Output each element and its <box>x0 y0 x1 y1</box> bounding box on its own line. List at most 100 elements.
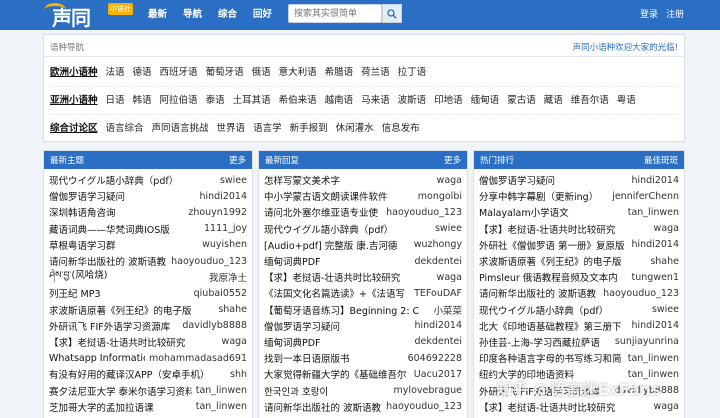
user-link[interactable]: hindi2014 <box>631 320 679 331</box>
user-link[interactable]: mylovebrague <box>394 385 462 396</box>
topic-link[interactable]: 求波斯语原著《列王纪》的电子版 <box>479 254 646 268</box>
topic-link[interactable]: [Audio+pdf] 完整版 康.吉河德 <box>264 238 410 252</box>
topic-link[interactable]: 外研讯飞 FIF外语学习资源库 <box>49 319 178 333</box>
topic-link[interactable]: 深圳韩语角咨询 <box>49 205 184 219</box>
lang-item[interactable]: 印地语 <box>434 92 463 106</box>
user-link[interactable]: waga <box>437 272 462 283</box>
topic-link[interactable]: 分享中韩字幕剧（更新ing） <box>479 189 608 203</box>
topic-link[interactable]: 中小学蒙古语文朗读课件软件 <box>264 189 414 203</box>
user-link[interactable]: mohammadasad691 <box>149 353 247 364</box>
user-link[interactable]: waga <box>437 175 462 186</box>
lang-item[interactable]: 马来语 <box>361 92 390 106</box>
user-link[interactable]: swiee <box>652 304 679 315</box>
topic-link[interactable]: 僧伽罗语学习疑问 <box>49 189 195 203</box>
user-link[interactable]: tungwen1 <box>632 272 679 283</box>
lang-item[interactable]: 维吾尔语 <box>571 92 609 106</box>
user-link[interactable]: shh <box>230 369 247 380</box>
topic-link[interactable]: 请问新华出版社的 波斯语教 <box>49 254 167 268</box>
topic-link[interactable]: 僧伽罗语学习疑问 <box>479 173 627 187</box>
lang-item[interactable]: 泰语 <box>206 92 225 106</box>
user-link[interactable]: waga <box>654 223 679 234</box>
user-link[interactable]: haoyouduo_123 <box>386 207 462 218</box>
topic-link[interactable]: 求波斯语原著《列王纪》的电子版 <box>49 303 214 317</box>
topic-link[interactable]: 缅甸词典PDF <box>264 335 411 349</box>
topic-link[interactable]: 【葡萄牙语音练习】Beginning 2: C <box>264 303 429 317</box>
topic-link[interactable]: 한국인과 호랑이 <box>264 384 390 398</box>
lang-item[interactable]: 法语 <box>106 64 125 78</box>
lang-item[interactable]: 休闲灌水 <box>336 120 374 134</box>
user-link[interactable]: dekdentei <box>415 336 462 347</box>
topic-link[interactable]: 请问北外塞尔维亚语专业使 <box>264 205 382 219</box>
lang-item[interactable]: 语言综合 <box>106 120 144 134</box>
topic-link[interactable]: ཤེས་བྱ་(风哈烧) <box>49 269 205 285</box>
topic-link[interactable]: 现代ウイグル語小辞典（pdf） <box>479 303 648 317</box>
user-link[interactable]: haoyouduo_123 <box>603 288 679 299</box>
topic-link[interactable]: 现代ウイグル語小辞典（pdf） <box>264 222 431 236</box>
user-link[interactable]: davidlyb8888 <box>182 320 247 331</box>
lang-item[interactable]: 越南语 <box>325 92 354 106</box>
more-link[interactable]: 更多 <box>444 154 461 166</box>
user-link[interactable]: 604692228 <box>408 353 462 364</box>
user-link[interactable]: haoyouduo_123 <box>171 256 247 267</box>
user-link[interactable]: dekdentei <box>415 256 462 267</box>
lang-item[interactable]: 阿拉伯语 <box>160 92 198 106</box>
user-link[interactable]: haoyouduo_123 <box>386 401 462 412</box>
lang-item[interactable]: 语言学 <box>253 120 282 134</box>
topic-link[interactable]: 【求】老挝语-壮语共时比较研究 <box>264 270 433 284</box>
lang-item[interactable]: 日语 <box>106 92 125 106</box>
user-link[interactable]: TEFouDAF <box>414 288 462 299</box>
lang-item[interactable]: 德语 <box>133 64 152 78</box>
topic-link[interactable]: 印度各种语言字母的书写练习和简 <box>479 351 624 365</box>
topic-link[interactable]: 【求】老挝语-壮语共时比较研究 <box>479 400 650 414</box>
login-link[interactable]: 登录 <box>640 0 658 30</box>
search-input[interactable] <box>288 4 382 23</box>
user-link[interactable]: tan_linwen <box>196 385 247 396</box>
topic-link[interactable]: Whatsapp Informatio <box>49 353 145 364</box>
user-link[interactable]: hindi2014 <box>199 191 247 202</box>
more-link[interactable]: 更多 <box>229 154 246 166</box>
topic-link[interactable]: 列王纪 MP3 <box>49 286 190 300</box>
lang-item[interactable]: 新手报到 <box>290 120 328 134</box>
topic-link[interactable]: 《法国文化名篇选读》+《法语写 <box>264 286 410 300</box>
lang-item[interactable]: 葡萄牙语 <box>206 64 244 78</box>
user-link[interactable]: Uacu2017 <box>414 369 462 380</box>
lang-item[interactable]: 荷兰语 <box>361 64 390 78</box>
site-logo[interactable]: 声同 中语社 <box>44 1 136 30</box>
topic-link[interactable]: 赛夕法尼亚大学 泰米尔语学习资料 <box>49 384 192 398</box>
topic-link[interactable]: 草根粤语学习群 <box>49 238 198 252</box>
nav-item-guide[interactable]: 导航 <box>183 0 202 30</box>
topic-link[interactable]: 大家觉得新疆大学的《基础维吾尔 <box>264 367 410 381</box>
topic-link[interactable]: 外研社《僧伽罗语 第一册》复原版 <box>479 238 627 252</box>
topic-link[interactable]: 北大《印地语基础教程》第三册下 <box>479 319 627 333</box>
user-link[interactable]: shahe <box>218 304 247 315</box>
user-link[interactable]: tan_linwen <box>196 401 247 412</box>
user-link[interactable]: waga <box>654 401 679 412</box>
search-button[interactable] <box>382 4 402 23</box>
lang-item[interactable]: 希伯来语 <box>279 92 317 106</box>
lang-item[interactable]: 蒙古语 <box>507 92 536 106</box>
user-link[interactable]: wuzhongy <box>414 239 462 250</box>
user-link[interactable]: tan_linwen <box>628 353 679 364</box>
topic-link[interactable]: 【求】老挝语-壮语共时比较研究 <box>479 222 650 236</box>
nav-item-general[interactable]: 综合 <box>218 0 237 30</box>
nav-item-replies[interactable]: 回好 <box>253 0 272 30</box>
user-link[interactable]: hindi2014 <box>414 320 462 331</box>
lang-item[interactable]: 信息发布 <box>382 120 420 134</box>
topic-link[interactable]: 孙佳芸-上海-学习西藏拉萨语 <box>479 335 611 349</box>
user-link[interactable]: jenniferChenn <box>612 191 679 202</box>
lang-item[interactable]: 藏语 <box>544 92 563 106</box>
topic-link[interactable]: 怎样写蒙文美术字 <box>264 173 433 187</box>
user-link[interactable]: mongolbi <box>418 191 462 202</box>
lang-item[interactable]: 希腊语 <box>325 64 354 78</box>
topic-link[interactable]: 缅甸词典PDF <box>264 254 411 268</box>
topic-link[interactable]: Malayalam小学语文 <box>479 205 624 219</box>
user-link[interactable]: tan_linwen <box>628 207 679 218</box>
lang-item[interactable]: 声同语言挑战 <box>152 120 209 134</box>
lang-item[interactable]: 世界语 <box>217 120 246 134</box>
lang-item[interactable]: 缅甸语 <box>471 92 500 106</box>
lang-item[interactable]: 拉丁语 <box>398 64 427 78</box>
topic-link[interactable]: 请问新华出版社的 波斯语教 <box>264 400 382 414</box>
topic-link[interactable]: 请问新华出版社的 波斯语教 <box>479 286 599 300</box>
more-link[interactable]: 最佳斑斑 <box>644 154 678 166</box>
topic-link[interactable]: 僧伽罗语学习疑问 <box>264 319 410 333</box>
